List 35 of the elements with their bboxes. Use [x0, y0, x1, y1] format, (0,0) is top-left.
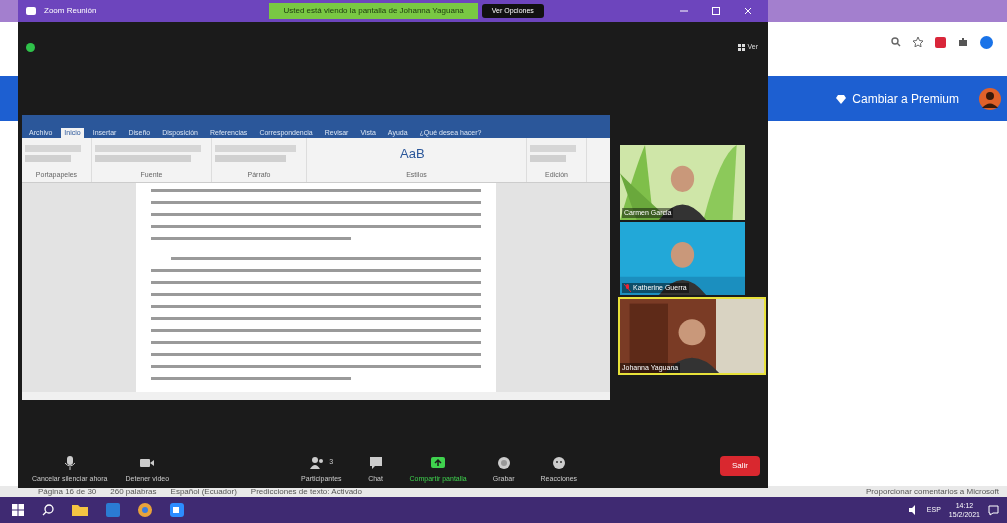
diamond-icon	[836, 93, 847, 104]
share-banner: Usted está viendo la pantalla de Johanna Yaguana	[269, 3, 478, 19]
status-text: Página 16 de 30	[38, 485, 97, 498]
zoom-icon[interactable]	[891, 37, 901, 47]
star-icon[interactable]	[913, 37, 923, 47]
chat-icon	[367, 454, 384, 471]
zoom-logo-icon	[26, 7, 36, 15]
video-app-icon[interactable]	[170, 503, 184, 517]
folder-icon[interactable]	[72, 504, 88, 516]
puzzle-icon[interactable]	[958, 37, 968, 47]
avatar-icon[interactable]	[979, 87, 1001, 110]
profile-icon[interactable]	[980, 35, 993, 49]
participants-icon	[309, 454, 326, 471]
feedback-link[interactable]: Proporcionar comentarios a Microsoft	[866, 485, 999, 498]
close-icon[interactable]	[744, 7, 752, 15]
window-title: Zoom Reunión	[44, 5, 97, 17]
extension-icon[interactable]	[935, 36, 946, 48]
minimize-icon[interactable]	[680, 7, 688, 15]
status-text: Predicciones de texto: Activado	[250, 485, 362, 498]
premium-button[interactable]: Cambiar a Premium	[830, 88, 965, 109]
notifications-icon[interactable]	[988, 504, 999, 516]
style-sample[interactable]: AaB	[400, 146, 425, 161]
reactions-icon	[550, 454, 567, 471]
muted-mic-icon	[624, 283, 631, 292]
record-icon	[495, 454, 512, 471]
status-text: 260 palabras	[110, 485, 157, 498]
windows-start-icon[interactable]	[12, 504, 24, 516]
shield-icon[interactable]	[26, 43, 35, 52]
search-icon[interactable]	[42, 504, 54, 516]
leave-button[interactable]: Salir	[720, 456, 760, 476]
share-icon	[430, 454, 447, 471]
status-text: Español (Ecuador)	[170, 485, 237, 498]
maximize-icon[interactable]	[712, 7, 720, 15]
grid-icon	[738, 43, 746, 51]
browser-icon[interactable]	[138, 503, 152, 517]
